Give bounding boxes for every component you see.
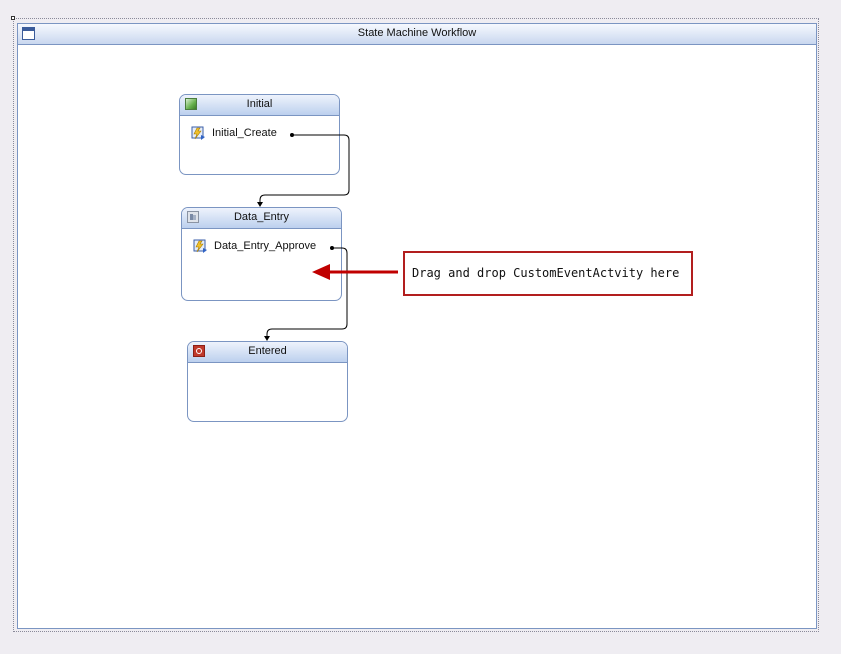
state-header: Data_Entry bbox=[182, 208, 341, 229]
event-driven-icon bbox=[191, 126, 205, 140]
state-title: Data_Entry bbox=[233, 211, 290, 223]
state-entered[interactable]: Entered bbox=[187, 341, 348, 422]
state-header: Initial bbox=[180, 95, 339, 116]
state-header: Entered bbox=[188, 342, 347, 363]
event-label: Initial_Create bbox=[212, 127, 277, 139]
designer-surface: State Machine Workflow Initial Initial_C… bbox=[0, 0, 841, 654]
drop-hint-callout: Drag and drop CustomEventActvity here bbox=[403, 251, 693, 296]
event-driven-icon bbox=[193, 239, 207, 253]
resize-handle[interactable] bbox=[11, 16, 15, 20]
state-machine-workflow[interactable]: State Machine Workflow bbox=[17, 23, 817, 629]
state-data-entry[interactable]: Data_Entry Data_Entry_Approve bbox=[181, 207, 342, 301]
workflow-header: State Machine Workflow bbox=[18, 24, 816, 45]
event-label: Data_Entry_Approve bbox=[214, 240, 317, 252]
drop-hint-text: Drag and drop CustomEventActvity here bbox=[412, 266, 680, 280]
state-initial[interactable]: Initial Initial_Create bbox=[179, 94, 340, 175]
state-title: Entered bbox=[248, 345, 287, 357]
workflow-title: State Machine Workflow bbox=[357, 27, 477, 39]
state-title: Initial bbox=[246, 98, 273, 110]
